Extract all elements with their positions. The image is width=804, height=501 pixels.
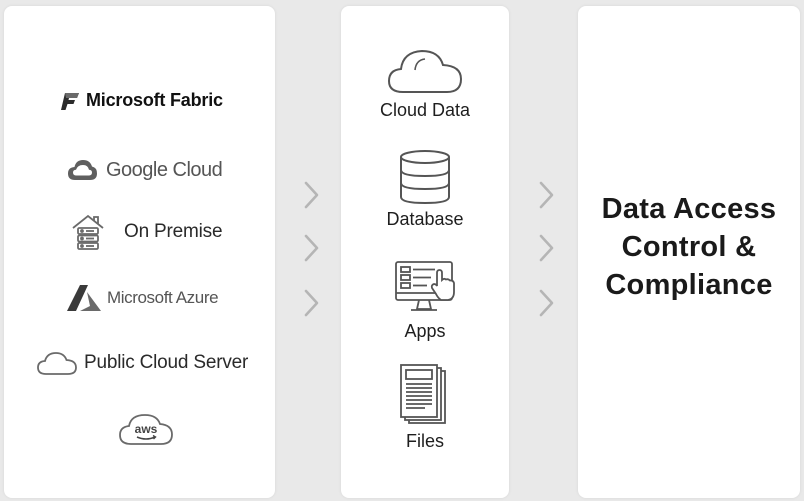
aws-cloud-icon: aws [119, 414, 173, 445]
microsoft-azure-icon [67, 285, 101, 311]
source-microsoft-azure: Microsoft Azure [66, 284, 219, 312]
microsoft-fabric-label: Microsoft Fabric [86, 90, 223, 110]
cloud-data-label: Cloud Data [379, 100, 471, 120]
source-microsoft-fabric: Microsoft Fabric [60, 90, 223, 111]
apps-label: Apps [404, 321, 446, 341]
target-title-line-1: Data Access [601, 193, 777, 225]
google-cloud-label: Google Cloud [106, 158, 223, 181]
target-title: Data Access Control & Compliance [578, 190, 800, 304]
data-type-cloud-data: Cloud Data [341, 44, 509, 121]
source-aws: aws [117, 411, 175, 447]
source-on-premise: On Premise [70, 213, 223, 251]
chevron-right-icon [539, 181, 554, 209]
cloud-icon [387, 49, 463, 93]
files-label: Files [405, 431, 444, 451]
chevron-right-icon [304, 181, 319, 209]
source-public-cloud-server: Public Cloud Server [36, 349, 248, 377]
data-type-database: Database [341, 149, 509, 230]
database-icon [400, 150, 450, 205]
files-icon [400, 364, 446, 424]
microsoft-fabric-icon [61, 92, 79, 110]
target-panel: Data Access Control & Compliance [578, 6, 800, 498]
chevron-right-icon [539, 234, 554, 262]
google-cloud-icon [68, 160, 97, 180]
on-premise-server-icon [72, 214, 104, 250]
chevron-right-icon [304, 234, 319, 262]
public-cloud-server-label: Public Cloud Server [84, 352, 249, 373]
public-cloud-icon [37, 352, 77, 375]
source-google-cloud: Google Cloud [66, 157, 223, 183]
data-type-files: Files [341, 363, 509, 452]
aws-logo-text: aws [135, 422, 158, 436]
data-types-panel: Cloud Data Database Apps Files [341, 6, 509, 498]
chevron-right-icon [304, 289, 319, 317]
chevron-right-icon [539, 289, 554, 317]
microsoft-azure-label: Microsoft Azure [107, 288, 219, 307]
apps-monitor-icon [395, 261, 455, 311]
sources-panel: Microsoft Fabric Google Cloud On Premise [4, 6, 275, 498]
database-label: Database [386, 209, 464, 229]
data-type-apps: Apps [341, 259, 509, 342]
target-title-line-2: Control & [621, 231, 757, 263]
on-premise-label: On Premise [124, 221, 223, 242]
target-title-line-3: Compliance [605, 269, 773, 301]
